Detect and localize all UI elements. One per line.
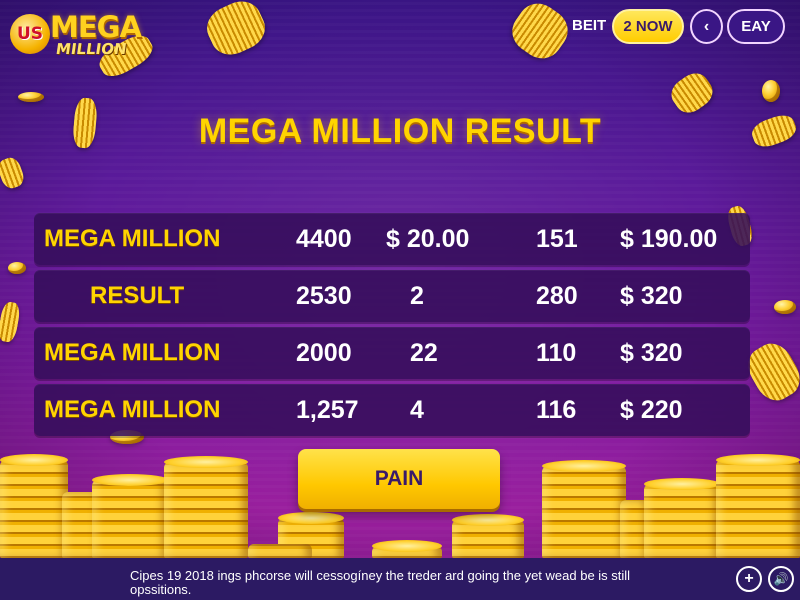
row-value-2: 2	[410, 282, 424, 310]
floating-coin	[762, 80, 780, 102]
plus-glyph: +	[744, 570, 754, 587]
logo-badge: US	[10, 14, 50, 54]
coin-stack	[92, 480, 168, 558]
coin-stack-top	[164, 456, 248, 468]
coin-stack	[164, 462, 248, 558]
row-value-2: $ 20.00	[386, 225, 470, 253]
coin-stack-top	[278, 512, 344, 524]
coin-stack-top	[372, 540, 442, 552]
result-row: MEGA MILLION 1,257 4 116 $ 220	[34, 384, 750, 436]
chevron-left-icon: ‹	[703, 17, 710, 35]
floating-coin	[665, 67, 719, 119]
floating-coin	[0, 300, 22, 344]
row-value-3: 151	[536, 225, 578, 253]
result-row: MEGA MILLION 2000 22 110 $ 320	[34, 327, 750, 379]
row-value-4: $ 190.00	[620, 225, 718, 253]
coin-stack	[716, 460, 800, 558]
row-value-1: 2000	[296, 339, 352, 367]
coin-stack-top	[0, 454, 68, 466]
eay-button[interactable]: EAY	[727, 9, 785, 44]
coin-stack	[248, 544, 312, 558]
row-value-3: 116	[536, 396, 577, 424]
coin-stack-top	[716, 454, 800, 466]
row-value-2: 4	[410, 396, 424, 424]
row-value-1: 4400	[296, 225, 352, 253]
row-value-2: 22	[410, 339, 438, 367]
row-label: MEGA MILLION	[44, 225, 221, 252]
row-value-3: 110	[536, 339, 577, 367]
coin-stack	[542, 466, 626, 558]
result-row: RESULT 2530 2 280 $ 320	[34, 270, 750, 322]
footer-disclaimer: Cipes 19 2018 ings phcorse will cessogín…	[130, 568, 631, 597]
floating-coin	[18, 92, 44, 102]
row-value-4: $ 320	[620, 282, 683, 310]
coin-stack	[644, 484, 720, 558]
result-row: MEGA MILLION 4400 $ 20.00 151 $ 190.00	[34, 213, 750, 265]
row-value-3: 280	[536, 282, 578, 310]
pain-button[interactable]: PAIN	[298, 449, 500, 509]
row-value-4: $ 220	[620, 396, 683, 424]
floating-coin	[0, 155, 27, 191]
speaker-glyph: 🔊	[773, 572, 789, 586]
row-value-4: $ 320	[620, 339, 683, 367]
coin-stack-top	[542, 460, 626, 472]
floating-coin	[8, 262, 26, 274]
coin-stack-top	[92, 474, 168, 486]
page-title: MEGA MILLION RESULT	[198, 112, 602, 150]
coin-stack	[0, 460, 68, 558]
back-button[interactable]: ‹	[690, 9, 723, 44]
logo-text-mega: MEGA	[50, 10, 142, 44]
plus-circle-icon[interactable]: +	[736, 566, 762, 592]
floating-coin	[504, 0, 576, 67]
row-label: RESULT	[90, 282, 185, 309]
floating-coin	[200, 0, 272, 62]
now-button[interactable]: 2 NOW	[612, 9, 684, 44]
row-value-1: 2530	[296, 282, 352, 310]
row-value-1: 1,257	[296, 396, 359, 424]
floating-coin	[774, 300, 796, 314]
coin-stack-top	[644, 478, 720, 490]
coin-stack-top	[452, 514, 524, 526]
logo-text-million: MILLION	[54, 40, 128, 58]
row-label: MEGA MILLION	[44, 396, 221, 423]
nav-beit-link[interactable]: BEIT	[572, 17, 606, 34]
speaker-icon[interactable]: 🔊	[768, 566, 794, 592]
row-label: MEGA MILLION	[44, 339, 221, 366]
logo: US MEGA MILLION	[10, 6, 170, 58]
